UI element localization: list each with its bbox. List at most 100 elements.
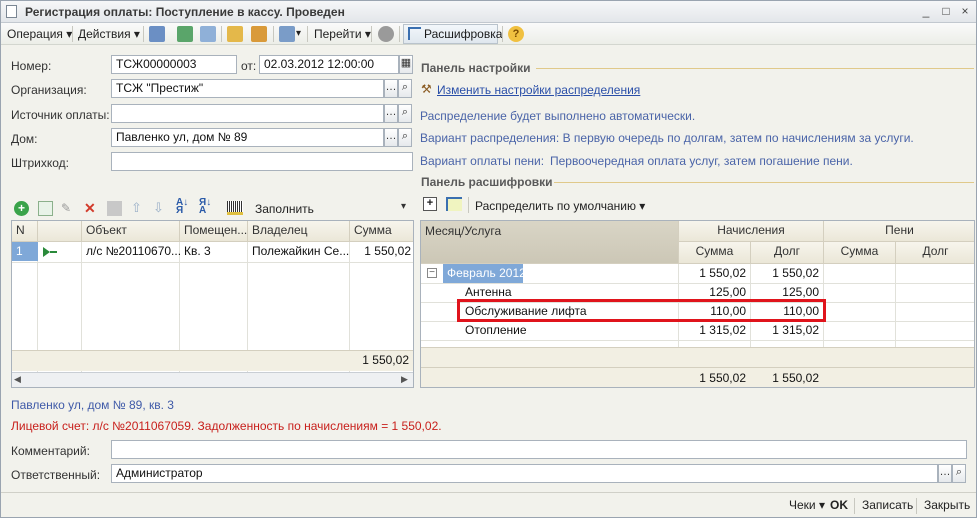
post-document-icon[interactable] (149, 26, 165, 42)
table-total-sum: 1 550,02 (362, 353, 409, 367)
column-header-charges-debt[interactable]: Долг (751, 242, 824, 264)
calendar-icon[interactable]: ▦ (399, 55, 413, 74)
number-field[interactable]: ТСЖ00000003 (111, 55, 237, 74)
collapse-tree-icon[interactable] (446, 197, 462, 211)
toolbar-divider (72, 26, 73, 42)
column-header-sum[interactable]: Сумма (350, 221, 413, 242)
document-print-icon[interactable] (227, 26, 243, 42)
close-window-button[interactable]: × (957, 4, 973, 19)
address-status: Павленко ул, дом № 89, кв. 3 (11, 398, 174, 412)
responsible-field[interactable]: Администратор (111, 464, 938, 483)
toolbar-divider (502, 26, 503, 42)
open-source-icon[interactable]: ⌕ (398, 104, 412, 123)
barcode-icon[interactable] (227, 201, 243, 215)
date-field[interactable]: 02.03.2012 12:00:00 (259, 55, 399, 74)
move-down-icon[interactable]: ⇩ (153, 200, 168, 215)
edit-row-icon[interactable]: ✎ (61, 201, 76, 216)
change-distribution-settings-link[interactable]: Изменить настройки распределения (437, 83, 640, 97)
select-source-button[interactable]: … (384, 104, 398, 123)
minimize-button[interactable]: _ (918, 4, 934, 19)
move-up-icon[interactable]: ⇧ (131, 200, 146, 215)
refresh-icon[interactable] (177, 26, 193, 42)
payment-source-field[interactable] (111, 104, 384, 123)
account-debt-status: Лицевой счет: л/с №2011067059. Задолженн… (11, 419, 442, 433)
collapse-node-icon[interactable]: − (427, 268, 437, 278)
toolbar-divider (371, 26, 372, 42)
open-house-icon[interactable]: ⌕ (398, 128, 412, 147)
column-header-owner[interactable]: Владелец (248, 221, 350, 242)
column-header-object[interactable]: Объект (82, 221, 180, 242)
horizontal-scrollbar[interactable] (12, 372, 413, 387)
based-on-icon[interactable] (279, 26, 295, 42)
column-header-charges[interactable]: Начисления (679, 221, 824, 242)
organization-field[interactable]: ТСЖ "Престиж" (111, 79, 384, 98)
column-header-charges-sum[interactable]: Сумма (679, 242, 751, 264)
select-responsible-button[interactable]: … (938, 464, 952, 483)
breakdown-panel-title: Панель расшифровки (421, 175, 553, 189)
copy-row-icon[interactable] (38, 201, 53, 216)
actions-menu[interactable]: Действия ▾ (78, 26, 140, 42)
scroll-left-icon[interactable]: ◀ (14, 374, 21, 385)
payment-document-window: Регистрация оплаты: Поступление в кассу.… (0, 0, 977, 518)
penalty-variant-label: Вариант оплаты пени: (420, 154, 545, 168)
barcode-field[interactable] (111, 152, 413, 171)
based-on-dropdown[interactable]: ▾ (296, 26, 301, 42)
operation-menu[interactable]: Операция ▾ (7, 26, 72, 42)
sort-ascending-icon[interactable]: A↓ Я (176, 198, 191, 216)
service-charges-sum: 1 315,02 (699, 323, 746, 337)
breakdown-label: Расшифровка (424, 27, 503, 41)
open-organization-icon[interactable]: ⌕ (398, 79, 412, 98)
breakdown-row[interactable]: Отопление 1 315,02 1 315,02 (421, 321, 974, 340)
highlight-box (457, 299, 826, 322)
section-divider (554, 182, 974, 183)
more-menu-icon[interactable]: ▾ (401, 201, 406, 212)
payment-source-label: Источник оплаты: (11, 108, 110, 122)
breakdown-row-group[interactable]: − Февраль 2012 1 550,02 1 550,02 (421, 264, 974, 283)
save-button[interactable]: Записать (862, 498, 913, 512)
maximize-button[interactable]: □ (938, 4, 954, 19)
select-organization-button[interactable]: … (384, 79, 398, 98)
toolbar-divider (399, 26, 400, 42)
column-header-penalty-sum[interactable]: Сумма (824, 242, 896, 264)
open-responsible-icon[interactable]: ⌕ (952, 464, 966, 483)
group-month-label: Февраль 2012 (443, 264, 523, 283)
add-row-icon[interactable]: + (14, 201, 29, 216)
breakdown-toggle-button[interactable]: Расшифровка (403, 24, 502, 44)
checks-label: Чеки (789, 498, 816, 512)
column-header-icon[interactable] (38, 221, 82, 242)
dropdown-arrow-icon: ▾ (296, 28, 302, 39)
scroll-right-icon[interactable]: ▶ (401, 374, 408, 385)
delete-row-icon[interactable]: ✕ (84, 200, 99, 216)
column-header-month-service[interactable]: Месяц/Услуга (421, 221, 679, 264)
group-charges-debt: 1 550,02 (772, 266, 819, 280)
row-sum: 1 550,02 (364, 244, 411, 258)
end-edit-icon[interactable] (107, 201, 122, 216)
column-header-room[interactable]: Помещен... (180, 221, 248, 242)
house-field[interactable]: Павленко ул, дом № 89 (111, 128, 384, 147)
auto-distribution-text: Распределение будет выполнено автоматиче… (420, 109, 696, 123)
copy-icon[interactable] (200, 26, 216, 42)
table-row[interactable]: 1 л/с №20110670... Кв. 3 Полежайкин Се..… (12, 242, 413, 262)
document-movements-icon[interactable] (251, 26, 267, 42)
column-header-number[interactable]: N (12, 221, 38, 242)
barcode-label: Штрихкод: (11, 156, 70, 170)
sort-descending-icon[interactable]: Я↓ A (199, 198, 214, 216)
expand-all-icon[interactable]: + (423, 197, 437, 211)
goto-menu[interactable]: Перейти ▾ (314, 26, 371, 42)
ok-button[interactable]: OK (830, 498, 848, 512)
column-header-penalty-debt[interactable]: Долг (896, 242, 974, 264)
comment-field[interactable] (111, 440, 967, 459)
settings-gear-icon[interactable] (378, 26, 394, 42)
help-icon[interactable]: ? (508, 26, 524, 42)
organization-label: Организация: (11, 83, 87, 97)
close-button[interactable]: Закрыть (924, 498, 970, 512)
distribute-default-label: Распределить по умолчанию (475, 199, 636, 213)
date-label: от: (241, 59, 257, 73)
toolbar-divider (916, 498, 917, 514)
distribute-default-menu[interactable]: Распределить по умолчанию ▾ (475, 198, 645, 214)
breakdown-icon (408, 27, 421, 40)
checks-menu[interactable]: Чеки ▾ (789, 498, 825, 512)
column-header-penalty[interactable]: Пени (824, 221, 974, 242)
select-house-button[interactable]: … (384, 128, 398, 147)
fill-button[interactable]: Заполнить (255, 201, 314, 217)
